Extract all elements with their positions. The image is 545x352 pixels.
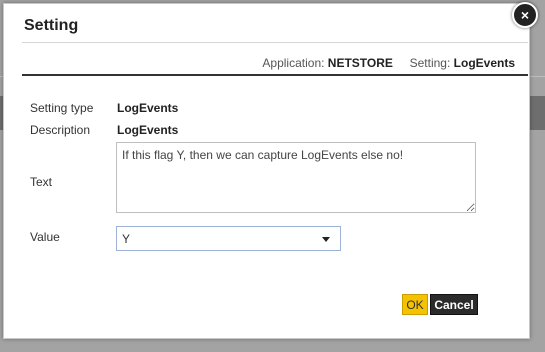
setting-type-label: Setting type <box>30 101 94 115</box>
description-label: Description <box>30 123 91 137</box>
context-bar: Application: NETSTORE Setting: LogEvents <box>262 56 515 70</box>
ok-button[interactable]: OK <box>402 294 428 315</box>
context-divider <box>22 74 528 76</box>
value-selected: Y <box>122 231 131 246</box>
application-value: NETSTORE <box>327 56 393 70</box>
setting-value: LogEvents <box>453 56 515 70</box>
chevron-down-icon <box>322 237 330 242</box>
application-label: Application: <box>262 56 325 70</box>
text-label: Text <box>30 175 53 189</box>
dialog-title: Setting <box>24 17 79 34</box>
value-select[interactable]: Y <box>116 226 341 251</box>
cancel-button[interactable]: Cancel <box>430 294 478 315</box>
setting-label: Setting: <box>409 56 451 70</box>
title-divider <box>22 42 528 43</box>
setting-type-value: LogEvents <box>117 101 179 115</box>
setting-dialog: Setting Application: NETSTORE Setting: L… <box>3 3 530 339</box>
value-label: Value <box>30 230 60 244</box>
description-value: LogEvents <box>117 123 179 137</box>
text-textarea[interactable]: If this flag Y, then we can capture LogE… <box>116 142 476 213</box>
close-icon[interactable]: × <box>512 2 538 28</box>
